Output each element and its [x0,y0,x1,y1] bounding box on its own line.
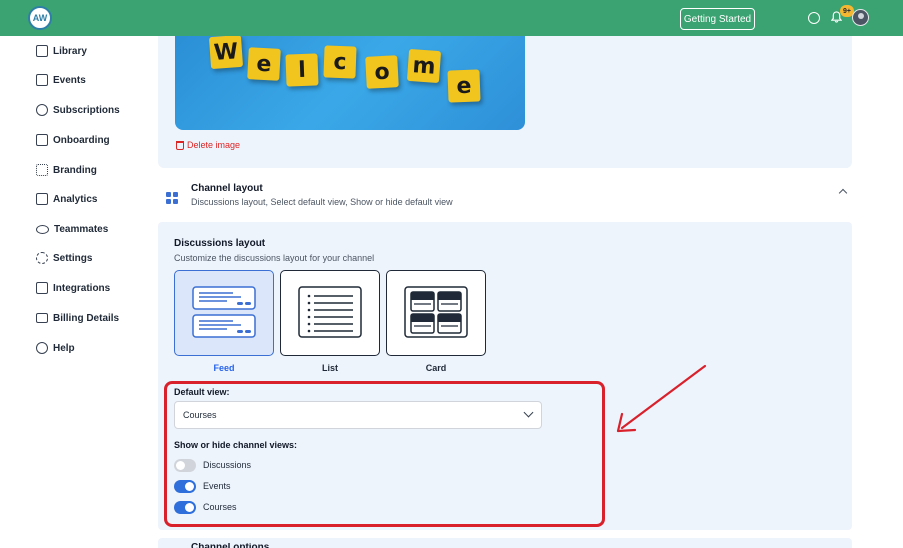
feed-layout-icon [192,286,256,338]
chat-icon[interactable] [808,12,820,24]
chart-icon [36,193,48,205]
help-icon [36,342,48,354]
sidebar: Library Events Subscriptions Onboarding … [0,36,140,548]
letter-tile: o [365,55,399,89]
toggle-label: Courses [203,502,237,512]
layout-option-label: List [321,363,338,373]
sidebar-item-label: Settings [53,252,93,264]
delete-image-label: Delete image [187,140,241,150]
letter-tile: e [447,69,481,103]
layout-option-list[interactable] [280,270,380,356]
chevron-down-icon [523,407,534,418]
default-view-select[interactable]: Courses [174,401,542,429]
sidebar-item-label: Library [53,45,87,57]
people-icon [36,224,49,234]
toggle-row-courses: Courses [174,500,237,514]
layout-option-label: Feed [213,363,235,373]
chevron-up-icon[interactable] [838,188,848,198]
default-view-label: Default view: [174,387,230,397]
channel-layout-panel: Discussions layout Customize the discuss… [158,222,852,530]
channel-layout-subtitle: Discussions layout, Select default view,… [191,197,453,207]
sidebar-item-label: Help [53,342,75,354]
top-bar: AW Getting Started 9+ [0,0,903,36]
discussions-toggle[interactable] [174,458,196,472]
welcome-image: W e l c o m e [175,36,525,130]
sidebar-item-label: Billing Details [53,312,120,324]
sidebar-item-events[interactable]: Events [36,70,86,90]
card-layout-icon [404,286,468,338]
default-view-value: Courses [183,410,217,420]
sidebar-item-label: Teammates [54,223,109,235]
book-icon [36,45,48,57]
dollar-icon [36,104,48,116]
sidebar-item-teammates[interactable]: Teammates [36,219,108,239]
discussions-layout-title: Discussions layout [174,238,266,249]
sidebar-item-label: Subscriptions [53,104,120,116]
sidebar-item-label: Analytics [53,193,98,205]
letter-tile: c [323,45,357,79]
sidebar-item-integrations[interactable]: Integrations [36,278,110,298]
sidebar-item-label: Onboarding [53,134,110,146]
branding-icon [36,164,48,176]
sidebar-item-analytics[interactable]: Analytics [36,189,97,209]
sidebar-item-settings[interactable]: Settings [36,248,92,268]
grid-icon [166,192,178,204]
toggle-row-events: Events [174,479,231,493]
checklist-icon [36,134,48,146]
toggle-row-discussions: Discussions [174,458,251,472]
sidebar-item-label: Integrations [53,282,111,294]
sidebar-item-onboarding[interactable]: Onboarding [36,130,110,150]
letter-tile: m [406,48,442,84]
channel-layout-title: Channel layout [191,183,263,194]
delete-image-link[interactable]: Delete image [176,140,240,150]
letter-tile: e [247,47,281,81]
card-icon [36,313,48,323]
toggle-label: Events [203,481,231,491]
channel-views-label: Show or hide channel views: [174,440,298,450]
sidebar-item-label: Branding [53,164,97,176]
image-card: W e l c o m e Delete image [158,36,852,168]
code-icon [36,282,48,294]
list-layout-icon [298,286,362,338]
sidebar-item-library[interactable]: Library [36,41,87,61]
letter-tile: W [208,36,244,70]
app-logo[interactable]: AW [28,6,52,30]
sidebar-item-label: Events [53,74,86,86]
getting-started-button[interactable]: Getting Started [680,8,755,30]
sidebar-item-subscriptions[interactable]: Subscriptions [36,100,120,120]
trash-icon [176,140,184,150]
gear-icon [36,252,48,264]
sidebar-item-billing-details[interactable]: Billing Details [36,308,119,328]
annotation-arrow-icon [616,364,707,433]
events-toggle[interactable] [174,479,196,493]
layout-option-label: Card [425,363,447,373]
sidebar-item-branding[interactable]: Branding [36,160,97,180]
channel-layout-header[interactable]: Channel layout Discussions layout, Selec… [158,176,852,222]
discussions-layout-subtitle: Customize the discussions layout for you… [174,253,375,263]
toggle-label: Discussions [203,460,252,470]
letter-tile: l [285,53,319,87]
main-content: W e l c o m e Delete image Channel layou… [158,36,852,548]
layout-option-card[interactable] [386,270,486,356]
courses-toggle[interactable] [174,500,196,514]
sidebar-item-help[interactable]: Help [36,338,75,358]
avatar[interactable] [852,9,869,26]
channel-options-title: Channel options [191,543,269,548]
calendar-icon [36,74,48,86]
layout-option-feed[interactable] [174,270,274,356]
